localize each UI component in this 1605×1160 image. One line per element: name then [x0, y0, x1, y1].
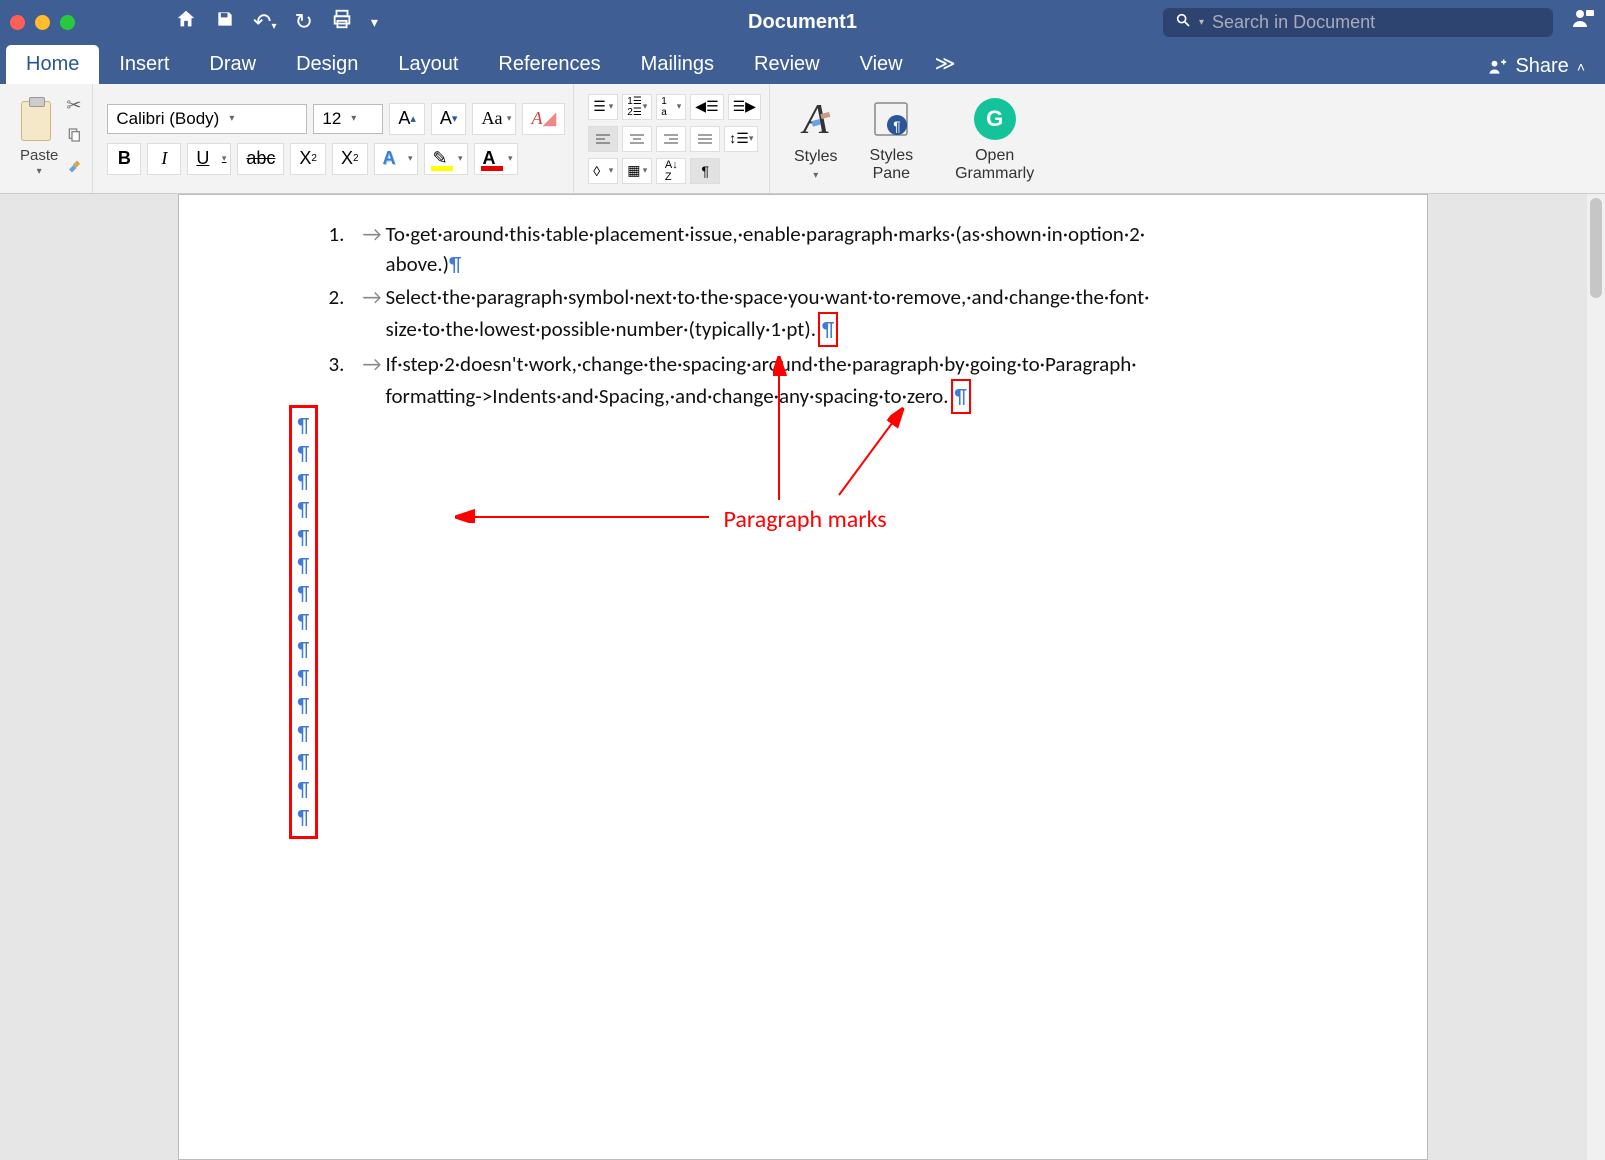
- strikethrough-button[interactable]: abc: [237, 143, 284, 175]
- bullets-button[interactable]: ☰▾: [588, 94, 618, 120]
- increase-font-button[interactable]: A▴: [389, 103, 425, 135]
- sort-button[interactable]: A↓Z: [656, 158, 686, 184]
- search-icon: [1175, 12, 1191, 33]
- share-label: Share: [1515, 55, 1568, 78]
- search-input[interactable]: [1212, 12, 1541, 33]
- subscript-button[interactable]: X2: [290, 143, 326, 175]
- tab-layout[interactable]: Layout: [378, 45, 478, 84]
- tab-design[interactable]: Design: [276, 45, 378, 84]
- clear-formatting-button[interactable]: A◢: [522, 103, 565, 135]
- italic-button[interactable]: I: [147, 143, 181, 175]
- paste-label: Paste: [20, 147, 58, 164]
- clipboard-group: Paste ▾ ✂: [12, 84, 93, 193]
- highlight-button[interactable]: ✎▾: [424, 143, 468, 175]
- show-hide-marks-button[interactable]: ¶: [690, 158, 720, 184]
- format-painter-icon[interactable]: [66, 159, 84, 182]
- scrollbar-thumb[interactable]: [1590, 198, 1602, 298]
- maximize-window[interactable]: [60, 15, 75, 30]
- multilevel-list-button[interactable]: 1a▾: [656, 94, 686, 120]
- print-icon[interactable]: [331, 8, 353, 36]
- tab-references[interactable]: References: [478, 45, 620, 84]
- font-name-dropdown[interactable]: Calibri (Body)▾: [107, 104, 307, 134]
- grammarly-button[interactable]: G Open Grammarly: [945, 91, 1044, 186]
- title-bar: ↶▾ ↻ ▾ Document1 ▾: [0, 0, 1605, 44]
- increase-indent-button[interactable]: ☰▶: [728, 94, 761, 120]
- copy-icon[interactable]: [66, 126, 84, 149]
- save-icon[interactable]: [215, 9, 235, 35]
- tab-insert[interactable]: Insert: [99, 45, 189, 84]
- quick-access-toolbar: ↶▾ ↻ ▾: [175, 8, 378, 36]
- borders-button[interactable]: ▦▾: [622, 158, 652, 184]
- bold-button[interactable]: B: [107, 143, 141, 175]
- chevron-up-icon: ˄: [1577, 59, 1585, 75]
- styles-group: A Styles ▾ ¶ Styles Pane: [776, 84, 931, 193]
- page[interactable]: 1. → To·get·around·this·table·placement·…: [178, 194, 1428, 1160]
- search-box[interactable]: ▾: [1163, 8, 1553, 37]
- font-group: Calibri (Body)▾ 12▾ A▴ A▾ Aa▾ A◢ B I U▾ …: [99, 84, 574, 193]
- decrease-indent-button[interactable]: ◀☰: [690, 94, 723, 120]
- document-view: 1. → To·get·around·this·table·placement·…: [0, 194, 1605, 1160]
- align-right-button[interactable]: [656, 126, 686, 152]
- shading-button[interactable]: ◊▾: [588, 158, 618, 184]
- text-effects-button[interactable]: A▾: [374, 143, 418, 175]
- tab-review[interactable]: Review: [734, 45, 840, 84]
- home-icon[interactable]: [175, 8, 197, 36]
- grammarly-group: G Open Grammarly: [937, 84, 1052, 193]
- customize-qat-icon[interactable]: ▾: [371, 14, 378, 31]
- share-button[interactable]: Share ˄: [1473, 49, 1599, 84]
- underline-button[interactable]: U▾: [187, 143, 231, 175]
- tab-view[interactable]: View: [840, 45, 923, 84]
- decrease-font-button[interactable]: A▾: [431, 103, 467, 135]
- document-title: Document1: [748, 11, 857, 34]
- align-center-button[interactable]: [622, 126, 652, 152]
- scrollbar[interactable]: [1587, 194, 1605, 1160]
- ribbon: Paste ▾ ✂ Calibri (Body)▾ 12▾: [0, 84, 1605, 194]
- tab-home[interactable]: Home: [6, 45, 99, 84]
- align-left-button[interactable]: [588, 126, 618, 152]
- close-window[interactable]: [10, 15, 25, 30]
- window-controls: [10, 15, 75, 30]
- annotation-arrows: [179, 195, 1429, 895]
- change-case-button[interactable]: Aa▾: [472, 103, 516, 135]
- tab-more[interactable]: ≫: [923, 43, 968, 84]
- line-spacing-button[interactable]: ↕☰▾: [724, 126, 758, 152]
- font-color-button[interactable]: A▾: [474, 143, 518, 175]
- cut-icon[interactable]: ✂: [66, 95, 84, 116]
- styles-button[interactable]: A Styles ▾: [784, 92, 848, 185]
- superscript-button[interactable]: X2: [332, 143, 368, 175]
- paste-button[interactable]: Paste ▾: [20, 101, 58, 177]
- undo-icon[interactable]: ↶▾: [253, 9, 276, 35]
- tab-draw[interactable]: Draw: [189, 45, 276, 84]
- tab-mailings[interactable]: Mailings: [621, 45, 734, 84]
- styles-pane-button[interactable]: ¶ Styles Pane: [860, 91, 924, 186]
- paragraph-group: ☰▾ 1☰2☰▾ 1a▾ ◀☰ ☰▶ ↕☰▾: [580, 84, 770, 193]
- user-icon[interactable]: [1571, 7, 1595, 37]
- svg-text:¶: ¶: [894, 118, 902, 134]
- justify-button[interactable]: [690, 126, 720, 152]
- minimize-window[interactable]: [35, 15, 50, 30]
- ribbon-tabs: Home Insert Draw Design Layout Reference…: [0, 44, 1605, 84]
- font-size-dropdown[interactable]: 12▾: [313, 104, 383, 134]
- redo-icon[interactable]: ↻: [294, 9, 312, 35]
- numbering-button[interactable]: 1☰2☰▾: [622, 94, 652, 120]
